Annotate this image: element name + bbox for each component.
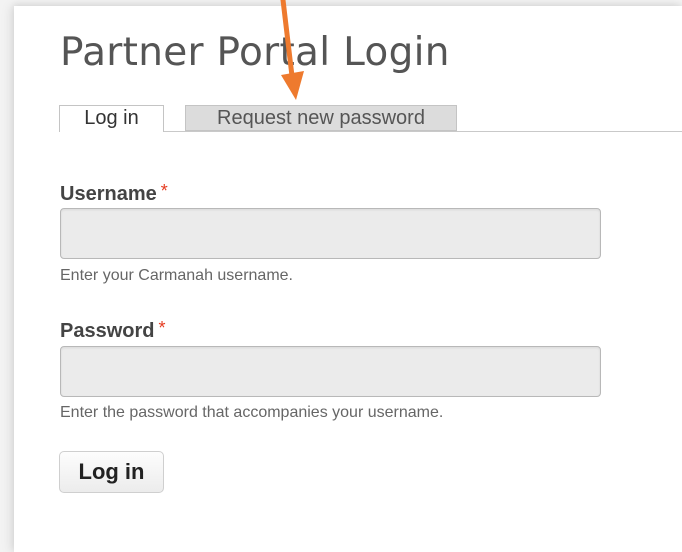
password-label-text: Password	[60, 320, 155, 342]
username-input[interactable]	[60, 208, 601, 259]
username-description: Enter your Carmanah username.	[60, 267, 293, 284]
tab-log-in[interactable]: Log in	[59, 105, 164, 132]
page-title: Partner Portal Login	[60, 30, 450, 75]
password-description: Enter the password that accompanies your…	[60, 404, 444, 421]
log-in-button[interactable]: Log in	[59, 451, 164, 493]
username-label-text: Username	[60, 183, 157, 205]
password-label: Password *	[60, 318, 166, 343]
username-required-marker: *	[160, 181, 168, 201]
tab-request-new-password[interactable]: Request new password	[185, 105, 457, 131]
password-required-marker: *	[158, 318, 166, 338]
username-label: Username *	[60, 181, 168, 206]
password-input[interactable]	[60, 346, 601, 397]
